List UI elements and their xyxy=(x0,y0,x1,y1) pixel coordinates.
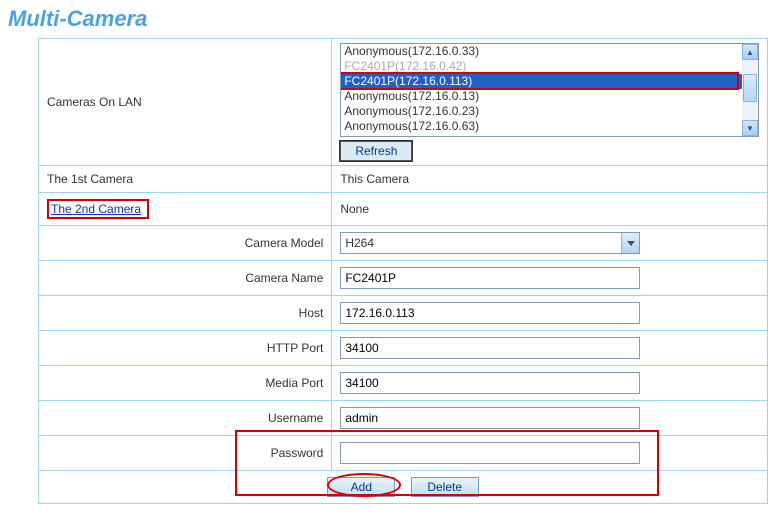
label-username: Username xyxy=(39,401,332,436)
label-first-camera: The 1st Camera xyxy=(39,166,332,193)
scroll-up-icon[interactable]: ▲ xyxy=(742,44,758,60)
second-camera-link[interactable]: The 2nd Camera xyxy=(51,201,141,217)
label-password: Password xyxy=(39,436,332,471)
camera-model-value: H264 xyxy=(345,236,374,250)
value-second-camera: None xyxy=(332,193,768,226)
password-input[interactable] xyxy=(340,442,640,464)
host-input[interactable] xyxy=(340,302,640,324)
username-input[interactable] xyxy=(340,407,640,429)
page-title: Multi-Camera xyxy=(4,4,769,38)
multi-camera-table: Cameras On LAN Anonymous(172.16.0.33)FC2… xyxy=(38,38,768,504)
lan-list-item[interactable]: Anonymous(172.16.0.63) xyxy=(341,119,758,134)
lan-list-item[interactable]: FC2401P(172.16.0.113) xyxy=(341,74,758,89)
label-second-camera-cell: The 2nd Camera xyxy=(39,193,332,226)
lan-list-scrollbar[interactable]: ▲ ▼ xyxy=(742,44,758,136)
value-first-camera: This Camera xyxy=(332,166,768,193)
lan-list-item[interactable]: FC2401P(172.16.0.42) xyxy=(341,59,758,74)
camera-name-input[interactable] xyxy=(340,267,640,289)
lan-camera-list[interactable]: Anonymous(172.16.0.33)FC2401P(172.16.0.4… xyxy=(340,43,759,137)
label-cameras-on-lan: Cameras On LAN xyxy=(39,39,332,166)
chevron-down-icon xyxy=(621,233,639,253)
label-host: Host xyxy=(39,296,332,331)
scroll-track[interactable] xyxy=(742,60,758,120)
label-camera-name: Camera Name xyxy=(39,261,332,296)
label-http-port: HTTP Port xyxy=(39,331,332,366)
label-media-port: Media Port xyxy=(39,366,332,401)
lan-list-item[interactable]: Anonymous(172.16.0.13) xyxy=(341,89,758,104)
add-button[interactable]: Add xyxy=(327,477,395,497)
refresh-button[interactable]: Refresh xyxy=(340,141,412,161)
label-camera-model: Camera Model xyxy=(39,226,332,261)
delete-button[interactable]: Delete xyxy=(411,477,479,497)
camera-model-select[interactable]: H264 xyxy=(340,232,640,254)
second-camera-highlight: The 2nd Camera xyxy=(47,199,149,219)
lan-list-item[interactable]: Anonymous(172.16.0.23) xyxy=(341,104,758,119)
lan-list-item[interactable]: Anonymous(172.16.0.33) xyxy=(341,44,758,59)
http-port-input[interactable] xyxy=(340,337,640,359)
scroll-thumb[interactable] xyxy=(743,74,757,102)
scroll-down-icon[interactable]: ▼ xyxy=(742,120,758,136)
media-port-input[interactable] xyxy=(340,372,640,394)
